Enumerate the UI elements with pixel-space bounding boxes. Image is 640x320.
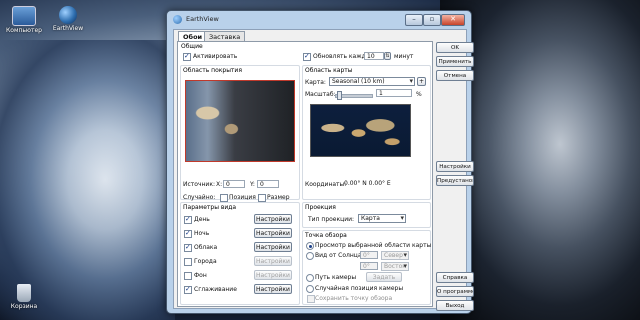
layer-smoothing-checkbox[interactable] <box>184 285 192 294</box>
layer-cities-label: Города <box>194 258 217 265</box>
update-interval-input[interactable]: 10 <box>364 52 384 60</box>
desktop-icon-label: EarthView <box>52 25 84 32</box>
cancel-button[interactable]: Отмена <box>436 70 474 81</box>
scale-label: Масштаб: <box>305 91 336 98</box>
coverage-title: Область покрытия <box>183 67 242 74</box>
update-checkbox[interactable] <box>303 52 311 61</box>
layer-background-settings-button[interactable]: Настройки <box>254 270 292 280</box>
x-input[interactable]: 0 <box>223 180 245 188</box>
scale-slider-thumb[interactable] <box>336 91 342 100</box>
layer-background-checkbox[interactable] <box>184 272 192 280</box>
viewpoint-random-camera-radio[interactable] <box>306 285 314 293</box>
desktop-icon-label: Компьютер <box>6 27 42 34</box>
globe-icon <box>173 15 182 24</box>
layer-clouds-checkbox[interactable] <box>184 243 192 252</box>
help-button[interactable]: Справка <box>436 272 474 283</box>
layer-night-settings-button[interactable]: Настройки <box>254 228 292 238</box>
layer-day-settings-button[interactable]: Настройки <box>254 214 292 224</box>
camera-path-set-button[interactable]: Задать <box>366 272 402 282</box>
sun-longitude-input[interactable]: 0° <box>360 262 378 270</box>
presets-button[interactable]: Предустановки <box>436 175 474 186</box>
scale-unit-label: % <box>416 91 422 98</box>
about-button[interactable]: О программе <box>436 286 474 297</box>
projection-title: Проекция <box>305 204 336 211</box>
computer-icon <box>12 6 36 26</box>
sun-longitude-direction-select[interactable]: Восток <box>381 262 409 271</box>
map-area-title: Область карты <box>305 67 353 74</box>
desktop-icon-label: Корзина <box>10 303 38 310</box>
scale-input[interactable]: 1 <box>376 89 412 97</box>
view-params-title: Параметры вида <box>183 204 237 211</box>
tab-panel-wallpaper: Общие Активировать Обновлять каждые 10 ⇅… <box>177 41 433 307</box>
coverage-map-preview[interactable] <box>185 80 295 162</box>
layer-background-label: Фон <box>194 272 207 279</box>
layer-day-checkbox[interactable] <box>184 215 192 224</box>
viewpoint-sun-radio[interactable] <box>306 252 314 260</box>
layer-day-label: День <box>194 216 210 223</box>
y-input[interactable]: 0 <box>257 180 279 188</box>
x-label: X: <box>216 181 223 188</box>
desktop-icon-earthview[interactable]: EarthView <box>46 6 90 32</box>
viewpoint-camera-path-radio[interactable] <box>306 274 314 282</box>
coordinates-label: Координаты: <box>305 181 347 188</box>
projection-type-label: Тип проекции: <box>308 216 355 223</box>
minimize-button[interactable]: – <box>405 14 423 26</box>
sun-latitude-direction-select[interactable]: Север <box>381 251 409 260</box>
map-add-button[interactable]: + <box>417 77 426 86</box>
close-button[interactable]: ✕ <box>441 14 465 26</box>
layer-smoothing-settings-button[interactable]: Настройки <box>254 284 292 294</box>
map-select[interactable]: Seasonal (10 km) <box>329 77 415 86</box>
general-title: Общие <box>181 43 203 50</box>
viewpoint-camera-path-label: Путь камеры <box>315 274 357 281</box>
desktop-icon-recycle-bin[interactable]: Корзина <box>2 284 46 310</box>
update-interval-spinner[interactable]: ⇅ <box>384 52 391 60</box>
random-label: Случайно: <box>183 194 216 201</box>
random-position-checkbox[interactable] <box>220 194 228 202</box>
apply-button[interactable]: Применить <box>436 56 474 67</box>
activate-checkbox[interactable] <box>183 52 191 61</box>
viewpoint-selected-area-radio[interactable] <box>306 242 314 250</box>
map-label: Карта: <box>305 79 326 86</box>
globe-icon <box>59 6 77 24</box>
layer-smoothing-label: Сглаживание <box>194 286 237 293</box>
dialog-client: Обои Заставка Общие Активировать Обновля… <box>173 29 474 311</box>
viewpoint-selected-area-label: Просмотр выбранной области карты <box>315 242 432 249</box>
earthview-window: EarthView – ▫ ✕ Обои Заставка Общие Акти… <box>166 10 474 314</box>
layer-cities-settings-button[interactable]: Настройки <box>254 256 292 266</box>
settings-button[interactable]: Настройки <box>436 161 474 172</box>
coordinates-value: 0.00° N 0.00° E <box>344 180 391 187</box>
layer-clouds-settings-button[interactable]: Настройки <box>254 242 292 252</box>
layer-clouds-label: Облака <box>194 244 218 251</box>
title-bar[interactable]: EarthView – ▫ ✕ <box>167 11 471 29</box>
save-viewpoint-label: Сохранить точку обзора <box>315 295 393 302</box>
sun-latitude-input[interactable]: 0° <box>360 251 378 259</box>
viewpoint-random-camera-label: Случайная позиция камеры <box>315 285 404 292</box>
y-label: Y: <box>250 181 255 188</box>
ok-button[interactable]: OK <box>436 42 474 53</box>
source-label: Источник: <box>183 181 215 188</box>
layer-cities-checkbox[interactable] <box>184 258 192 266</box>
random-position-label: Позиция <box>229 194 256 201</box>
map-preview[interactable] <box>310 104 411 157</box>
random-size-checkbox[interactable] <box>258 194 266 202</box>
activate-label: Активировать <box>193 53 238 60</box>
desktop-earth-wallpaper-left <box>0 40 175 320</box>
update-unit-label: минут <box>394 53 414 60</box>
layer-night-label: Ночь <box>194 230 210 237</box>
maximize-button[interactable]: ▫ <box>423 14 441 26</box>
exit-button[interactable]: Выход <box>436 300 474 311</box>
desktop-icon-computer[interactable]: Компьютер <box>2 6 46 34</box>
window-title: EarthView <box>186 15 219 23</box>
viewpoint-title: Точка обзора <box>305 232 347 239</box>
random-size-label: Размер <box>267 194 290 201</box>
projection-type-select[interactable]: Карта <box>358 214 406 223</box>
save-viewpoint-checkbox[interactable] <box>307 295 315 303</box>
layer-night-checkbox[interactable] <box>184 229 192 238</box>
recycle-bin-icon <box>17 284 31 302</box>
